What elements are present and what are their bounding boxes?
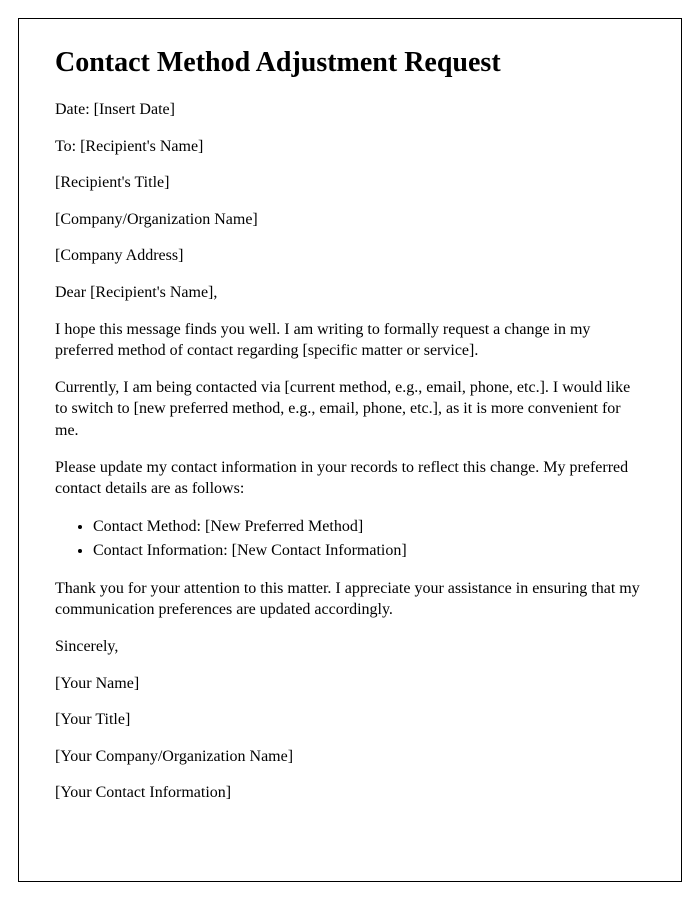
document-title: Contact Method Adjustment Request: [55, 47, 645, 79]
body-paragraph-4: Thank you for your attention to this mat…: [55, 578, 645, 621]
sender-company-line: [Your Company/Organization Name]: [55, 746, 645, 768]
sender-title-line: [Your Title]: [55, 709, 645, 731]
address-line: [Company Address]: [55, 245, 645, 267]
sender-name-line: [Your Name]: [55, 673, 645, 695]
recipient-title-line: [Recipient's Title]: [55, 172, 645, 194]
sender-contact-line: [Your Contact Information]: [55, 782, 645, 804]
body-paragraph-2: Currently, I am being contacted via [cur…: [55, 377, 645, 442]
body-paragraph-1: I hope this message finds you well. I am…: [55, 319, 645, 362]
to-line: To: [Recipient's Name]: [55, 136, 645, 158]
salutation-line: Dear [Recipient's Name],: [55, 282, 645, 304]
document-page: Contact Method Adjustment Request Date: …: [18, 18, 682, 882]
body-paragraph-3: Please update my contact information in …: [55, 457, 645, 500]
company-line: [Company/Organization Name]: [55, 209, 645, 231]
list-item: Contact Information: [New Contact Inform…: [93, 539, 645, 563]
signoff-line: Sincerely,: [55, 636, 645, 658]
list-item: Contact Method: [New Preferred Method]: [93, 515, 645, 539]
date-line: Date: [Insert Date]: [55, 99, 645, 121]
contact-details-list: Contact Method: [New Preferred Method] C…: [93, 515, 645, 563]
